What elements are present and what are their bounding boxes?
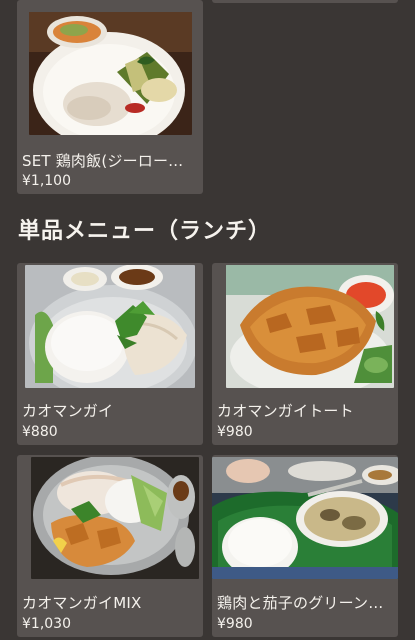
menu-item-card[interactable]: カオマンガイ ¥880 bbox=[17, 263, 203, 445]
menu-item-name: 鶏肉と茄子のグリーン… bbox=[217, 594, 384, 612]
menu-item-card[interactable]: SET 鶏肉飯(ジーロー… ¥1,100 bbox=[17, 0, 203, 194]
menu-page: SET 鶏肉飯(ジーロー… ¥1,100 単品メニュー（ランチ） カオマンガイ … bbox=[0, 0, 415, 640]
menu-item-price: ¥1,100 bbox=[22, 173, 71, 189]
menu-item-price: ¥980 bbox=[217, 616, 253, 632]
menu-item-image bbox=[29, 12, 192, 135]
menu-item-card[interactable]: カオマンガイトート ¥980 bbox=[212, 263, 398, 445]
menu-item-name: SET 鶏肉飯(ジーロー… bbox=[22, 152, 184, 170]
menu-item-card[interactable]: 鶏肉と茄子のグリーン… ¥980 bbox=[212, 455, 398, 637]
menu-item-image bbox=[31, 457, 199, 579]
menu-card-partial[interactable] bbox=[212, 0, 398, 3]
menu-item-image bbox=[25, 265, 195, 388]
menu-item-card[interactable]: カオマンガイMIX ¥1,030 bbox=[17, 455, 203, 637]
menu-item-price: ¥1,030 bbox=[22, 616, 71, 632]
menu-item-name: カオマンガイ bbox=[22, 402, 114, 420]
menu-item-name: カオマンガイMIX bbox=[22, 594, 142, 612]
menu-item-name: カオマンガイトート bbox=[217, 402, 354, 420]
section-title: 単品メニュー（ランチ） bbox=[18, 219, 272, 244]
menu-item-image bbox=[212, 457, 398, 579]
menu-item-price: ¥980 bbox=[217, 424, 253, 440]
menu-item-image bbox=[226, 265, 394, 388]
menu-item-price: ¥880 bbox=[22, 424, 58, 440]
